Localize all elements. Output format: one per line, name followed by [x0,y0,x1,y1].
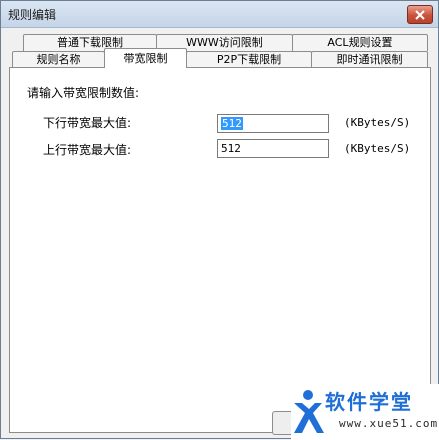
tab-p2p-download-limit[interactable]: P2P下载限制 [186,51,312,68]
tab-acl-rule-settings[interactable]: ACL规则设置 [292,34,428,51]
bandwidth-panel: 请输入带宽限制数值: 下行带宽最大值: 512 (KBytes/S) 上行带宽最… [9,67,431,433]
download-max-label: 下行带宽最大值: [43,116,132,130]
ok-button[interactable] [272,411,293,435]
watermark-url: www.xue51.com [339,417,439,430]
bandwidth-heading: 请输入带宽限制数值: [27,86,140,100]
download-max-value: 512 [221,117,243,130]
tab-rule-name[interactable]: 规则名称 [12,51,105,68]
upload-max-label: 上行带宽最大值: [43,143,132,157]
watermark-logo-icon [294,390,324,433]
download-unit: (KBytes/S) [344,116,411,129]
close-button[interactable] [407,5,433,24]
close-icon [415,9,425,20]
rule-edit-dialog: 规则编辑 普通下载限制 WWW访问限制 ACL规则设置 规则名称 带宽限制 P2… [0,0,439,440]
window-title: 规则编辑 [8,8,57,22]
upload-unit: (KBytes/S) [344,142,411,155]
upload-max-input[interactable]: 512 [217,139,329,158]
tab-im-limit[interactable]: 即时通讯限制 [311,51,428,68]
title-bar[interactable]: 规则编辑 [1,1,438,28]
watermark: 软件学堂 www.xue51.com [291,384,439,440]
tab-bandwidth-limit[interactable]: 带宽限制 [104,48,187,68]
download-max-input[interactable]: 512 [217,114,329,133]
upload-max-value: 512 [221,142,241,155]
watermark-name: 软件学堂 [325,390,413,414]
